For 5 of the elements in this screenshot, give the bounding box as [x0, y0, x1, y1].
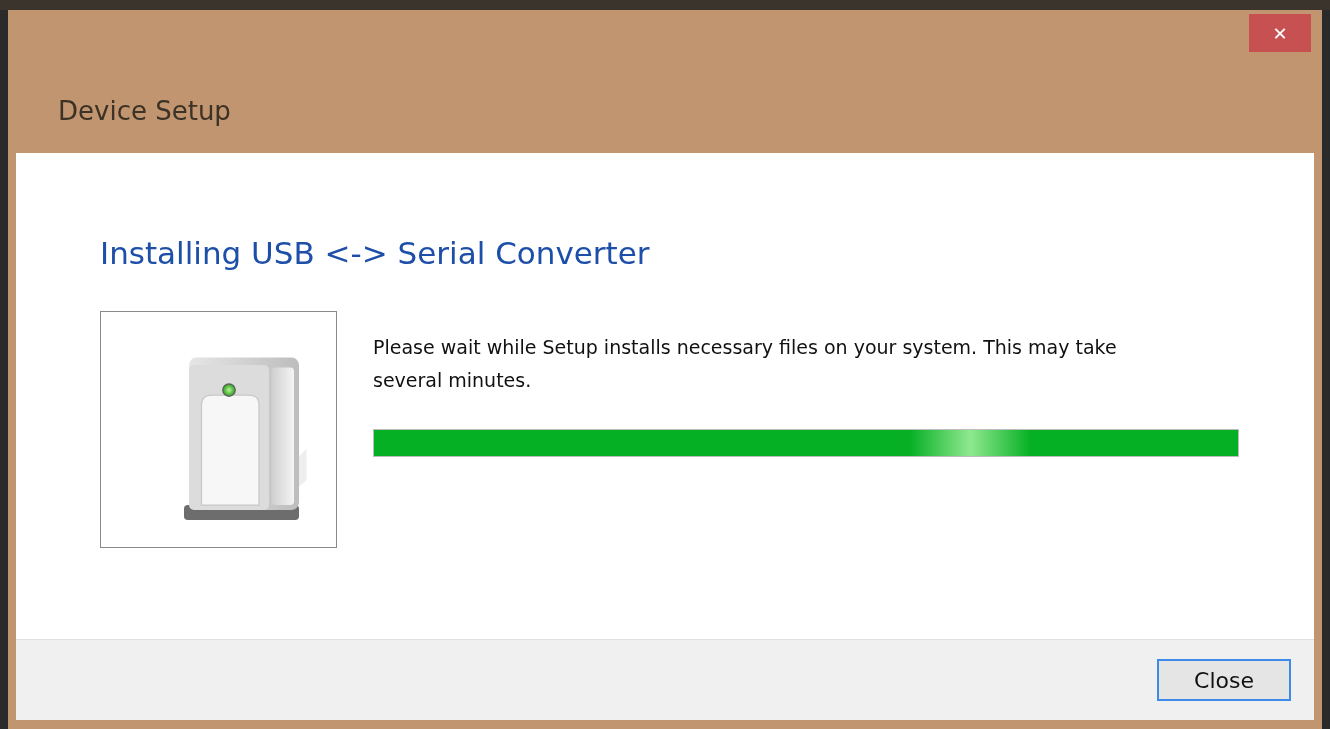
window-title: Device Setup — [58, 96, 231, 126]
close-button[interactable]: ✕ — [1249, 14, 1311, 52]
status-message: Please wait while Setup installs necessary files on your system. This may take several minutes. — [373, 335, 1118, 393]
close-dialog-button[interactable]: Close — [1157, 659, 1291, 701]
dialog-heading: Installing USB <-> Serial Converter — [100, 235, 650, 271]
